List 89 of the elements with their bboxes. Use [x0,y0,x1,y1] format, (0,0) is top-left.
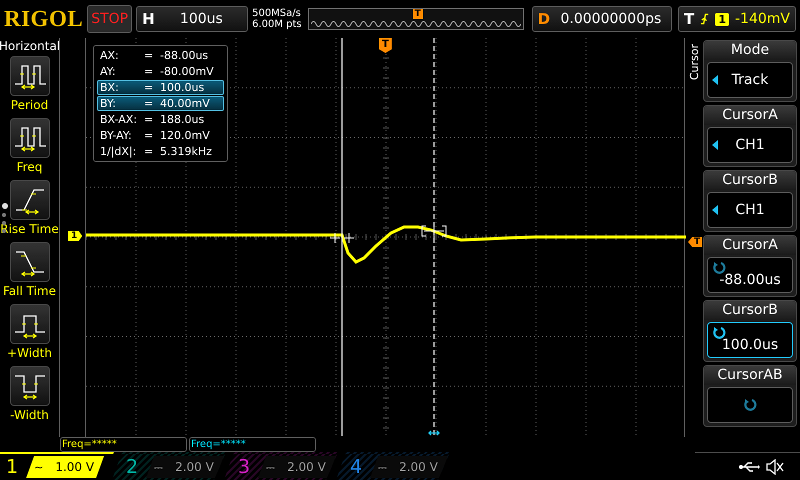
trigger-box[interactable]: T 1 -140mV [678,6,796,32]
menu-value[interactable]: -88.00us [707,257,793,293]
measure-label: Freq [16,160,42,174]
freq-readout: Freq=***** [60,437,187,452]
delay-box[interactable]: D 0.00000000ps [532,6,672,32]
readout-value: 120.0mV [160,129,211,142]
channel-number: 2 [126,456,138,478]
measure-button[interactable] [10,366,50,406]
usb-icon [738,460,760,472]
readout-sign: = [144,113,154,126]
menu-value[interactable]: Track [707,62,793,98]
menu-value[interactable]: CH1 [707,127,793,163]
measure-button[interactable] [10,56,50,96]
channel-marker: 1 [68,231,82,241]
readout-label: BY-AY: [100,129,133,142]
speaker-muted-icon [766,458,784,474]
panel-title: Horizontal [0,39,60,53]
readout-value: 40.00mV [160,97,211,110]
readout-value: -88.00us [160,49,210,62]
channel-number: 4 [350,456,362,478]
channel-number: 1 [6,456,18,478]
measure-label: -Width [10,408,49,422]
menu-item-title: CursorB [704,301,796,320]
readout-value: 5.319kHz [160,145,213,158]
measure-label: Rise Time [0,222,59,236]
menu-value[interactable]: CH1 [707,192,793,228]
measure-button[interactable] [10,180,50,220]
readout-value: 188.0us [160,113,206,126]
rising-edge-icon [700,12,710,26]
readout-sign: = [144,129,154,142]
crosshair-icon [330,232,354,244]
menu-value[interactable] [707,387,793,423]
readout-label: AY: [100,65,117,78]
readout-label: 1/|dX|: [100,145,138,158]
measure-button[interactable] [10,242,50,282]
brand-logo: RIGOL [4,6,84,32]
channel-tab[interactable]: 4 ⎓ 2.00 V [336,452,450,480]
readout-value: -80.00mV [160,65,215,78]
menu-item-title: CursorA [704,106,796,125]
channel-scale: 2.00 V [399,460,438,474]
timebase-box[interactable]: H 100us [136,6,248,32]
channel-scale: 1.00 V [55,460,94,474]
trigger-source: 1 [715,12,729,26]
readout-value: 100.0us [160,81,206,94]
menu-item-title: Mode [704,41,796,60]
double-arrow-icon [428,430,440,436]
coupling-icon: ⎓ [266,460,276,474]
left-arrow-icon [712,140,718,150]
run-state[interactable]: STOP [87,5,132,33]
channel-tab[interactable]: 2 ⎓ 2.00 V [112,452,226,480]
crosshair-icon [422,224,446,238]
knob-icon [712,261,726,275]
coupling-icon: ~ [34,460,44,474]
freq-readout: Freq=***** [189,437,316,452]
sample-rate: 500MSa/s [252,8,302,19]
left-arrow-icon [712,75,718,85]
memory-depth: 6.00M pts [252,19,302,30]
trigger-level-marker: T [688,237,702,247]
channel-scale: 2.00 V [175,460,214,474]
measure-button[interactable] [10,118,50,158]
readout-label: BX: [100,81,120,94]
channel-tab[interactable]: 3 ⎓ 2.00 V [224,452,338,480]
channel-scale: 2.00 V [287,460,326,474]
trigger-position-marker: T [412,9,423,19]
measure-label: +Width [7,346,52,360]
menu-title: Cursor [688,44,700,80]
knob-icon [743,398,757,412]
measure-button[interactable] [10,304,50,344]
readout-sign: = [144,145,154,158]
left-arrow-icon [712,205,718,215]
measure-label: Period [10,98,48,112]
readout-label: BY: [100,97,117,110]
measure-label: Fall Time [2,284,56,298]
menu-item-title: CursorB [704,171,796,190]
coupling-icon: ⎓ [378,460,388,474]
menu-item-title: CursorAB [704,366,796,385]
menu-item-title: CursorA [704,236,796,255]
coupling-icon: ⎓ [154,460,164,474]
readout-sign: = [144,49,154,62]
menu-value[interactable]: 100.0us [707,322,793,358]
readout-label: AX: [100,49,120,62]
readout-sign: = [144,81,154,94]
trigger-marker: T [379,38,392,53]
knob-icon [712,326,726,340]
readout-sign: = [144,97,154,110]
readout-label: BX-AX: [100,113,138,126]
channel-tab[interactable]: 1 ~ 1.00 V [0,452,114,480]
channel-number: 3 [238,456,250,478]
readout-sign: = [144,65,154,78]
